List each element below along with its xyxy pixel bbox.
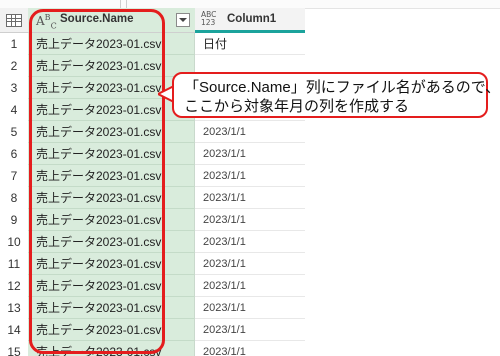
- column1-cell[interactable]: 2023/1/1: [195, 165, 305, 187]
- filter-dropdown-icon[interactable]: [176, 13, 190, 27]
- table-row[interactable]: 11 売上データ2023-01.csv 2023/1/1: [0, 253, 305, 276]
- column1-cell[interactable]: 2023/1/1: [195, 121, 305, 143]
- source-name-cell[interactable]: 売上データ2023-01.csv: [28, 77, 195, 99]
- table-row[interactable]: 13 売上データ2023-01.csv 2023/1/1: [0, 297, 305, 320]
- row-number[interactable]: 3: [0, 77, 29, 100]
- table-row[interactable]: 10 売上データ2023-01.csv 2023/1/1: [0, 231, 305, 254]
- column1-cell[interactable]: 2023/1/1: [195, 209, 305, 231]
- source-name-cell[interactable]: 売上データ2023-01.csv: [28, 253, 195, 275]
- callout-line-2: ここから対象年月の列を作成する: [184, 98, 410, 115]
- table-row[interactable]: 14 売上データ2023-01.csv 2023/1/1: [0, 319, 305, 342]
- source-name-cell[interactable]: 売上データ2023-01.csv: [28, 231, 195, 253]
- table-row[interactable]: 5 売上データ2023-01.csv 2023/1/1: [0, 121, 305, 144]
- row-number[interactable]: 1: [0, 33, 29, 56]
- row-number[interactable]: 11: [0, 253, 29, 276]
- row-number[interactable]: 13: [0, 297, 29, 320]
- column1-cell[interactable]: 2023/1/1: [195, 341, 305, 356]
- column1-cell[interactable]: 2023/1/1: [195, 297, 305, 319]
- table-row[interactable]: 6 売上データ2023-01.csv 2023/1/1: [0, 143, 305, 166]
- source-name-cell[interactable]: 売上データ2023-01.csv: [28, 275, 195, 297]
- table-row[interactable]: 7 売上データ2023-01.csv 2023/1/1: [0, 165, 305, 188]
- column1-cell[interactable]: 2023/1/1: [195, 253, 305, 275]
- power-query-grid-screenshot: ABC Source.Name ABC 123 Column1 1 売上データ202…: [0, 0, 500, 356]
- row-number[interactable]: 14: [0, 319, 29, 342]
- source-name-cell[interactable]: 売上データ2023-01.csv: [28, 209, 195, 231]
- column1-cell[interactable]: 2023/1/1: [195, 187, 305, 209]
- source-name-cell[interactable]: 売上データ2023-01.csv: [28, 341, 195, 356]
- column-header-label: Source.Name: [60, 13, 134, 25]
- source-name-cell[interactable]: 売上データ2023-01.csv: [28, 33, 195, 55]
- column1-cell[interactable]: 日付: [195, 33, 305, 55]
- row-number[interactable]: 2: [0, 55, 29, 78]
- source-name-cell[interactable]: 売上データ2023-01.csv: [28, 121, 195, 143]
- table-row[interactable]: 8 売上データ2023-01.csv 2023/1/1: [0, 187, 305, 210]
- formula-bar-divider: [126, 0, 127, 8]
- source-name-cell[interactable]: 売上データ2023-01.csv: [28, 55, 195, 77]
- row-number[interactable]: 9: [0, 209, 29, 232]
- source-name-cell[interactable]: 売上データ2023-01.csv: [28, 143, 195, 165]
- column1-cell[interactable]: 2023/1/1: [195, 319, 305, 341]
- table-row[interactable]: 12 売上データ2023-01.csv 2023/1/1: [0, 275, 305, 298]
- table-row[interactable]: 9 売上データ2023-01.csv 2023/1/1: [0, 209, 305, 232]
- formula-bar-divider: [120, 0, 121, 8]
- source-name-cell[interactable]: 売上データ2023-01.csv: [28, 319, 195, 341]
- column1-cell[interactable]: 2023/1/1: [195, 231, 305, 253]
- row-number[interactable]: 15: [0, 341, 29, 356]
- row-number[interactable]: 5: [0, 121, 29, 144]
- table-icon: [6, 14, 22, 27]
- table-row[interactable]: 15 売上データ2023-01.csv 2023/1/1: [0, 341, 305, 356]
- table-menu-button[interactable]: [0, 8, 29, 33]
- column-header-source-name[interactable]: ABC Source.Name: [28, 8, 196, 33]
- row-number[interactable]: 6: [0, 143, 29, 166]
- row-number[interactable]: 4: [0, 99, 29, 122]
- callout-line-1: 「Source.Name」列にファイル名があるので、: [184, 79, 500, 96]
- column-header-label: Column1: [227, 13, 277, 25]
- row-number[interactable]: 10: [0, 231, 29, 254]
- source-name-cell[interactable]: 売上データ2023-01.csv: [28, 99, 195, 121]
- column1-cell[interactable]: 2023/1/1: [195, 143, 305, 165]
- row-number[interactable]: 7: [0, 165, 29, 188]
- source-name-cell[interactable]: 売上データ2023-01.csv: [28, 165, 195, 187]
- source-name-cell[interactable]: 売上データ2023-01.csv: [28, 297, 195, 319]
- source-name-cell[interactable]: 売上データ2023-01.csv: [28, 187, 195, 209]
- row-number[interactable]: 8: [0, 187, 29, 210]
- annotation-callout: 「Source.Name」列にファイル名があるので、 ここから対象年月の列を作成…: [172, 72, 500, 118]
- any-type-icon[interactable]: ABC 123: [201, 11, 216, 27]
- column1-cell[interactable]: 2023/1/1: [195, 275, 305, 297]
- row-number[interactable]: 12: [0, 275, 29, 298]
- table-row[interactable]: 1 売上データ2023-01.csv 日付: [0, 33, 305, 56]
- text-type-icon[interactable]: ABC: [36, 13, 57, 30]
